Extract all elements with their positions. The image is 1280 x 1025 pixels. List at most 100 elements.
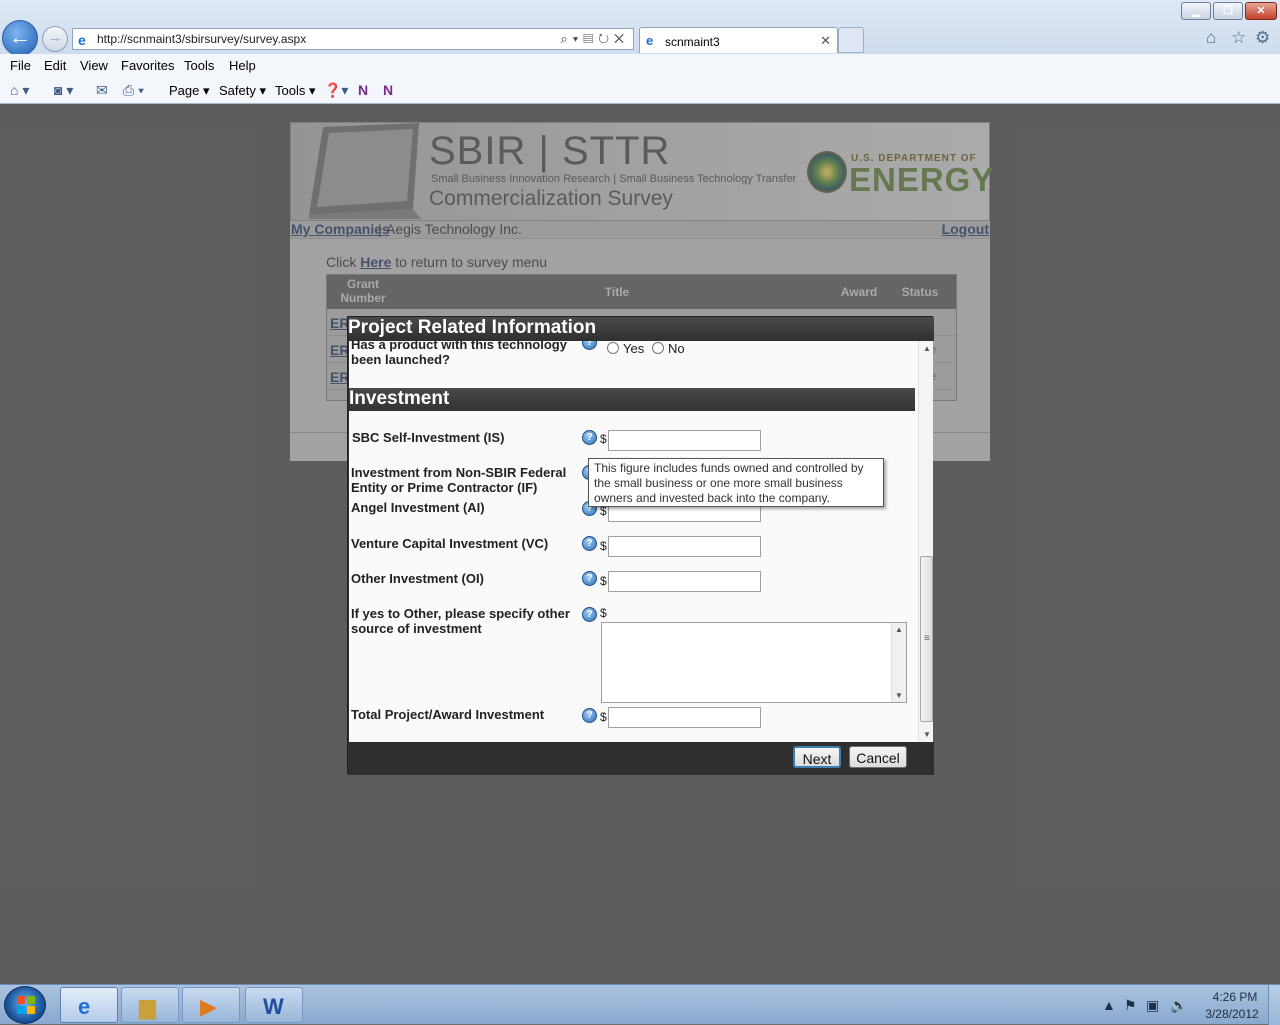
system-tray: ▲ ⚑ ▣ 🔈 4:26 PM 3/28/2012 <box>1096 985 1280 1025</box>
scroll-up-icon[interactable]: ▲ <box>895 625 903 634</box>
dropdown-icon[interactable]: ▾ <box>573 31 583 46</box>
show-desktop-button[interactable] <box>1268 985 1280 1025</box>
other-source-textarea[interactable]: ▲ ▼ <box>601 622 907 703</box>
yes-label: Yes <box>623 341 645 356</box>
menu-bar: File Edit View Favorites Tools Help <box>0 54 1280 78</box>
restore-icon: ❐ <box>1223 5 1233 17</box>
home-icon[interactable]: ⌂ ▾ <box>10 82 29 99</box>
folder-icon: ▆ <box>139 994 156 1019</box>
onenote-linked-icon[interactable]: N <box>383 82 393 98</box>
clock-time[interactable]: 4:26 PM <box>1208 990 1262 1004</box>
tab-scnmaint3[interactable]: e scnmaint3 ✕ <box>639 27 838 53</box>
help-icon[interactable]: ? <box>582 708 597 723</box>
home-icon[interactable]: ⌂ <box>1206 28 1216 48</box>
currency-symbol: $ <box>600 432 607 446</box>
dialog-footer: Next Cancel <box>348 742 934 775</box>
menu-edit[interactable]: Edit <box>44 58 66 73</box>
search-icon[interactable]: ⌕ <box>560 31 572 46</box>
print-icon[interactable]: ⎙ ▾ <box>123 82 144 99</box>
page-menu[interactable]: Page ▾ <box>169 83 210 99</box>
show-hidden-icons-icon[interactable]: ▲ <box>1102 997 1116 1013</box>
forward-button[interactable]: → <box>42 26 68 52</box>
help-icon[interactable]: ? <box>582 607 597 622</box>
command-bar: ⌂ ▾ ◙ ▾ ✉ ⎙ ▾ Page ▾ Safety ▾ Tools ▾ ❓▾… <box>0 78 1280 103</box>
forward-arrow-icon: → <box>47 29 63 46</box>
address-tools[interactable]: ⌕▾▤↻✕ <box>560 31 629 47</box>
taskbar-explorer[interactable]: ▆ <box>121 987 179 1023</box>
menu-favorites[interactable]: Favorites <box>121 58 174 73</box>
field-label-ai: Angel Investment (AI) <box>351 500 485 515</box>
help-icon[interactable]: ? <box>582 430 597 445</box>
start-button[interactable] <box>4 986 46 1024</box>
dialog-title: Project Related Information <box>348 317 934 341</box>
launch-question-label: Has a product with this technology been … <box>351 341 567 367</box>
close-window-button[interactable]: ✕ <box>1245 2 1277 20</box>
flag-icon[interactable]: ⚑ <box>1124 997 1137 1014</box>
field-label-if: Investment from Non-SBIR Federal Entity … <box>351 465 567 495</box>
onenote-icon[interactable]: N <box>358 82 368 98</box>
no-label: No <box>668 341 685 356</box>
question-icon[interactable]: ❓▾ <box>324 82 348 99</box>
cancel-button[interactable]: Cancel <box>849 746 907 768</box>
menu-help[interactable]: Help <box>229 58 256 73</box>
safety-menu-label: Safety <box>219 83 256 98</box>
restore-button[interactable]: ❐ <box>1213 2 1243 20</box>
textarea-scrollbar[interactable]: ▲ ▼ <box>891 623 906 702</box>
network-icon[interactable]: ▣ <box>1146 997 1159 1014</box>
media-player-icon: ▶ <box>200 994 217 1019</box>
clock-date[interactable]: 3/28/2012 <box>1200 1007 1264 1021</box>
new-tab-button[interactable] <box>838 27 864 53</box>
currency-symbol: $ <box>600 574 607 588</box>
currency-symbol: $ <box>600 606 607 620</box>
field-label-oi: Other Investment (OI) <box>351 571 484 586</box>
scroll-down-icon[interactable]: ▼ <box>923 730 931 739</box>
taskbar: e ▆ ▶ W ▲ ⚑ ▣ 🔈 4:26 PM 3/28/2012 <box>0 984 1280 1025</box>
field-label-other-source: If yes to Other, please specify other so… <box>351 606 570 636</box>
minimize-button[interactable]: ▁ <box>1181 2 1211 20</box>
grip-icon: ≡ <box>924 633 930 644</box>
field-label-vc: Venture Capital Investment (VC) <box>351 536 549 551</box>
stop-icon[interactable]: ✕ <box>614 31 629 46</box>
menu-tools[interactable]: Tools <box>184 58 214 73</box>
scrollbar-thumb[interactable]: ≡ <box>920 556 933 722</box>
venture-capital-input[interactable] <box>608 536 761 557</box>
refresh-icon[interactable]: ↻ <box>598 31 614 46</box>
taskbar-word[interactable]: W <box>245 987 303 1023</box>
back-button[interactable]: ← <box>2 20 38 56</box>
field-label-is: SBC Self-Investment (IS) <box>352 430 505 445</box>
dialog-body: Has a product with this technology been … <box>349 341 933 742</box>
safety-menu[interactable]: Safety ▾ <box>219 83 266 99</box>
close-tab-icon[interactable]: ✕ <box>820 33 831 49</box>
address-url[interactable]: http://scnmaint3/sbirsurvey/survey.aspx <box>97 32 306 46</box>
gear-icon[interactable]: ⚙ <box>1255 28 1270 48</box>
volume-icon[interactable]: 🔈 <box>1170 997 1187 1014</box>
other-investment-input[interactable] <box>608 571 761 592</box>
help-icon[interactable]: ? <box>582 536 597 551</box>
total-investment-input[interactable] <box>608 707 761 728</box>
scroll-up-icon[interactable]: ▲ <box>923 344 931 353</box>
next-button[interactable]: Next <box>793 746 841 768</box>
ie-icon: e <box>78 994 91 1019</box>
launched-yes-radio[interactable] <box>607 342 619 354</box>
menu-view[interactable]: View <box>80 58 108 73</box>
browser-chrome: ▁ ❐ ✕ ← → e http://scnmaint3/sbirsurvey/… <box>0 0 1280 104</box>
taskbar-media-player[interactable]: ▶ <box>182 987 240 1023</box>
feeds-icon[interactable]: ◙ ▾ <box>54 82 73 99</box>
launched-no-radio[interactable] <box>652 342 664 354</box>
dialog-scrollbar[interactable]: ▲ ≡ ▼ <box>918 341 933 742</box>
page-menu-label: Page <box>169 83 200 98</box>
address-bar[interactable]: e http://scnmaint3/sbirsurvey/survey.asp… <box>72 28 634 50</box>
menu-file[interactable]: File <box>10 58 31 73</box>
self-investment-input[interactable] <box>608 430 761 451</box>
star-icon[interactable]: ☆ <box>1231 28 1246 48</box>
compat-view-icon[interactable]: ▤ <box>583 31 598 46</box>
tools-menu[interactable]: Tools ▾ <box>275 83 316 99</box>
scroll-down-icon[interactable]: ▼ <box>895 691 903 700</box>
field-label-total: Total Project/Award Investment <box>351 707 545 722</box>
help-icon[interactable]: ? <box>582 341 597 350</box>
minimize-icon: ▁ <box>1191 5 1201 17</box>
help-icon[interactable]: ? <box>582 571 597 586</box>
mail-icon[interactable]: ✉ <box>96 82 108 99</box>
project-info-dialog: Project Related Information Has a produc… <box>347 316 934 775</box>
taskbar-ie[interactable]: e <box>60 987 118 1023</box>
